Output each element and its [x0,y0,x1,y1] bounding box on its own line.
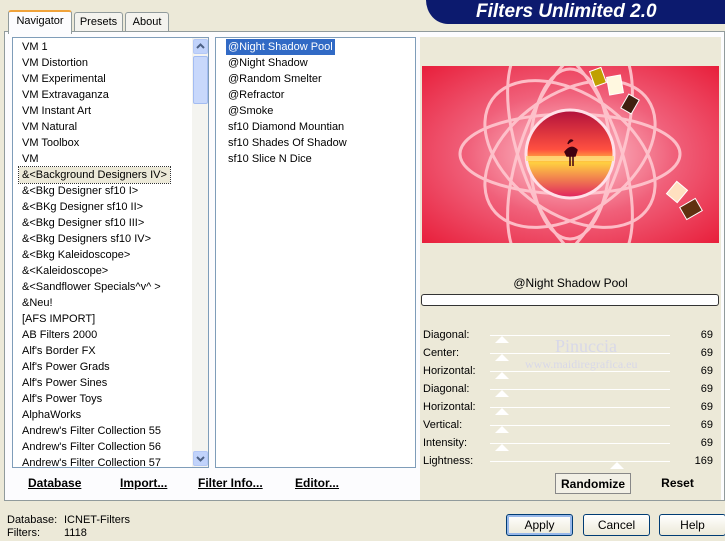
category-item[interactable]: &<Bkg Designers sf10 IV> [19,231,154,247]
param-slider-thumb[interactable] [495,372,509,379]
param-row[interactable]: Vertical: 69 [420,416,721,434]
filter-list[interactable]: @Night Shadow Pool @Night Shadow @Random S… [215,37,416,468]
database-button[interactable]: Database [28,473,81,493]
cancel-button[interactable]: Cancel [583,514,650,536]
scroll-thumb[interactable] [193,56,208,104]
param-label: Horizontal: [423,365,476,377]
category-item[interactable]: Alf's Power Toys [19,391,105,407]
filter-item[interactable]: @Refractor [226,87,286,103]
status-database-value: ICNET-Filters [64,514,130,526]
editor-button[interactable]: Editor... [295,473,339,493]
param-value: 69 [700,347,713,359]
filter-item[interactable]: sf10 Diamond Mountian [226,119,346,135]
status-filters-value: 1118 [64,527,87,539]
category-item[interactable]: &<Bkg Designer sf10 III> [19,215,147,231]
filter-item[interactable]: @Night Shadow Pool [225,38,336,56]
category-item[interactable]: VM Extravaganza [19,87,112,103]
param-label: Lightness: [423,455,474,467]
param-label: Center: [423,347,460,359]
filter-info-button[interactable]: Filter Info... [198,473,263,493]
param-value: 169 [694,455,713,467]
category-item[interactable]: &<Bkg Kaleidoscope> [19,247,133,263]
param-label: Vertical: [423,419,463,431]
category-item[interactable]: VM [19,151,42,167]
param-slider-thumb[interactable] [495,444,509,451]
category-item[interactable]: Andrew's Filter Collection 57 [19,455,164,467]
param-slider-thumb[interactable] [495,408,509,415]
category-item[interactable]: AlphaWorks [19,407,84,423]
param-slider-thumb[interactable] [495,354,509,361]
param-slider-track[interactable] [490,461,670,462]
status-database-label: Database: [7,514,58,526]
category-item[interactable]: AB Filters 2000 [19,327,100,343]
param-slider-thumb[interactable] [495,426,509,433]
param-row[interactable]: Horizontal: 69 [420,398,721,416]
filter-item[interactable]: @Random Smelter [226,71,324,87]
preview-filter-name: @Night Shadow Pool [513,276,628,290]
apply-button[interactable]: Apply [506,514,573,536]
param-slider-track[interactable] [490,389,670,390]
filter-item[interactable]: sf10 Shades Of Shadow [226,135,349,151]
category-item[interactable]: &Neu! [19,295,56,311]
category-item[interactable]: VM Instant Art [19,103,94,119]
param-slider-track[interactable] [490,407,670,408]
param-value: 69 [700,383,713,395]
param-slider-thumb[interactable] [495,390,509,397]
progress-bar [421,294,719,306]
param-slider-thumb[interactable] [495,336,509,343]
category-list[interactable]: VM 1 VM Distortion VM Experimental VM Extra… [12,37,209,468]
param-slider-track[interactable] [490,443,670,444]
preview-image [422,66,719,243]
category-item[interactable]: &<BKg Designer sf10 II> [19,199,146,215]
param-label: Intensity: [423,437,468,449]
param-row[interactable]: Diagonal: 69 [420,380,721,398]
param-value: 69 [700,329,713,341]
status-filters-label: Filters: [7,527,40,539]
reset-button[interactable]: Reset [650,473,705,494]
param-slider-thumb[interactable] [610,462,624,469]
category-item[interactable]: VM Natural [19,119,80,135]
param-value: 69 [700,419,713,431]
watermark-site: www.maidiregrafica.eu [525,357,638,371]
category-item[interactable]: Andrew's Filter Collection 55 [19,423,164,439]
tab-navigator[interactable]: Navigator [8,10,72,34]
category-item[interactable]: VM 1 [19,39,51,55]
help-button[interactable]: Help [659,514,725,536]
param-label: Horizontal: [423,401,476,413]
category-item[interactable]: Alf's Power Grads [19,359,113,375]
title-banner-text: Filters Unlimited 2.0 [476,1,657,22]
category-item[interactable]: Andrew's Filter Collection 56 [19,439,164,455]
import-button[interactable]: Import... [120,473,167,493]
category-item[interactable]: &<Kaleidoscope> [19,263,111,279]
param-value: 69 [700,401,713,413]
randomize-button[interactable]: Randomize [555,473,631,494]
chevron-up-icon [196,43,205,49]
tab-presets[interactable]: Presets [74,12,123,32]
category-item[interactable]: Alf's Border FX [19,343,99,359]
param-value: 69 [700,437,713,449]
category-item[interactable]: VM Toolbox [19,135,82,151]
param-row[interactable]: Lightness: 169 [420,452,721,470]
scroll-up-button[interactable] [193,39,208,54]
filter-item[interactable]: sf10 Slice N Dice [226,151,314,167]
category-item[interactable]: Alf's Power Sines [19,375,110,391]
category-item[interactable]: &<Background Designers IV> [18,166,171,184]
category-item[interactable]: VM Experimental [19,71,109,87]
category-scrollbar[interactable] [192,38,208,467]
category-item[interactable]: VM Distortion [19,55,91,71]
param-value: 69 [700,365,713,377]
category-item[interactable]: &<Sandflower Specials^v^ > [19,279,164,295]
param-row[interactable]: Intensity: 69 [420,434,721,452]
filter-item[interactable]: @Smoke [226,103,275,119]
param-slider-track[interactable] [490,425,670,426]
watermark-name: Pinuccia [555,336,617,356]
tab-about[interactable]: About [125,12,169,32]
param-label: Diagonal: [423,329,470,341]
filter-item[interactable]: @Night Shadow [226,55,310,71]
chevron-down-icon [196,456,205,462]
param-label: Diagonal: [423,383,470,395]
category-item[interactable]: &<Bkg Designer sf10 I> [19,183,141,199]
category-item[interactable]: [AFS IMPORT] [19,311,98,327]
scroll-down-button[interactable] [193,451,208,466]
